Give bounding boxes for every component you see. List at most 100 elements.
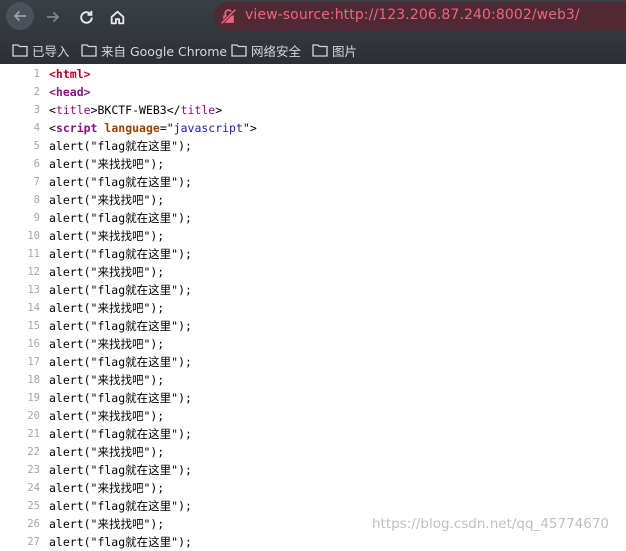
- home-button[interactable]: [104, 4, 130, 30]
- line-number: 23: [27, 464, 40, 476]
- code-token: <html>: [49, 67, 91, 81]
- bookmark-folder-images[interactable]: 图片: [312, 41, 357, 59]
- source-line: 27 alert("flag就在这里");: [0, 533, 626, 551]
- line-number: 24: [27, 482, 40, 494]
- bookmark-label: 已导入: [32, 43, 70, 59]
- watermark: https://blog.csdn.net/qq_45774670: [372, 516, 610, 532]
- source-line: 25 alert("flag就在这里");: [0, 497, 626, 515]
- source-line: 11 alert("flag就在这里");: [0, 245, 626, 263]
- source-line: 23 alert("flag就在这里");: [0, 461, 626, 479]
- code-token: script: [55, 121, 98, 135]
- bookmark-label: 网络安全: [251, 43, 302, 59]
- home-icon: [110, 10, 124, 24]
- source-line: 9 alert("flag就在这里");: [0, 209, 626, 227]
- source-line: 17 alert("flag就在这里");: [0, 353, 626, 371]
- bookmark-folder-from-chrome[interactable]: 来自 Google Chrome: [81, 41, 227, 59]
- line-code: alert("来找找吧");: [49, 301, 165, 315]
- folder-icon: [231, 44, 247, 57]
- line-number: 11: [27, 248, 40, 260]
- line-code: alert("来找找吧");: [49, 229, 165, 243]
- line-number: 17: [27, 356, 40, 368]
- line-number: 14: [27, 302, 40, 314]
- source-line: 2 <head>: [0, 83, 626, 101]
- line-code: alert("flag就在这里");: [49, 391, 192, 405]
- line-code: alert("来找找吧");: [49, 517, 165, 531]
- code-token: title: [55, 103, 91, 117]
- line-number: 18: [27, 374, 40, 386]
- navigation-bar: view-source:http://123.206.87.240:8002/w…: [0, 0, 626, 34]
- code-token: <head>: [49, 85, 91, 99]
- line-code: alert("flag就在这里");: [49, 535, 192, 549]
- source-line: 8 alert("来找找吧");: [0, 191, 626, 209]
- line-code: <script language="javascript">: [49, 119, 257, 137]
- forward-arrow-icon: [47, 11, 60, 23]
- line-number: 8: [33, 194, 40, 206]
- source-line: 13 alert("flag就在这里");: [0, 281, 626, 299]
- line-number: 22: [27, 446, 40, 458]
- line-code: alert("flag就在这里");: [49, 139, 192, 153]
- line-code: <title>BKCTF-WEB3</title>: [49, 101, 222, 119]
- line-number: 20: [27, 410, 40, 422]
- bookmark-label: 来自 Google Chrome: [101, 43, 228, 59]
- folder-icon: [312, 44, 328, 57]
- code-token: >: [215, 103, 223, 117]
- bookmarks-bar: 已导入 来自 Google Chrome 网络安全 图片: [0, 38, 626, 62]
- source-line: 24 alert("来找找吧");: [0, 479, 626, 497]
- bookmark-folder-network-security[interactable]: 网络安全: [231, 41, 301, 59]
- line-code: alert("flag就在这里");: [49, 211, 192, 225]
- line-code: alert("flag就在这里");: [49, 355, 192, 369]
- reload-icon: [79, 10, 93, 24]
- source-line: 16 alert("来找找吧");: [0, 335, 626, 353]
- line-number: 25: [27, 500, 40, 512]
- folder-icon: [12, 44, 28, 57]
- line-code: alert("flag就在这里");: [49, 499, 192, 513]
- line-code: alert("来找找吧");: [49, 409, 165, 423]
- code-token: ">: [242, 121, 257, 135]
- line-code: alert("flag就在这里");: [49, 247, 192, 261]
- line-number: 15: [27, 320, 40, 332]
- reload-button[interactable]: [73, 4, 99, 30]
- line-number: 2: [33, 86, 40, 98]
- source-line: 4 <script language="javascript">: [0, 119, 626, 137]
- source-view: 1 <html> 2 <head> 3 <title>BKCTF-WEB3</title>…: [0, 64, 626, 549]
- source-line: 3 <title>BKCTF-WEB3</title>: [0, 101, 626, 119]
- line-code: alert("flag就在这里");: [49, 427, 192, 441]
- line-code: <head>: [49, 83, 91, 101]
- line-number: 12: [27, 266, 40, 278]
- code-token: <: [49, 103, 56, 117]
- back-button[interactable]: [6, 2, 34, 30]
- source-line: 18 alert("来找找吧");: [0, 371, 626, 389]
- line-code: alert("flag就在这里");: [49, 175, 192, 189]
- source-line: 21 alert("flag就在这里");: [0, 425, 626, 443]
- back-arrow-icon: [13, 10, 26, 22]
- line-code: alert("flag就在这里");: [49, 283, 192, 297]
- line-number: 26: [27, 518, 40, 530]
- source-line: 5 alert("flag就在这里");: [0, 137, 626, 155]
- line-number: 27: [27, 536, 40, 548]
- line-code: alert("来找找吧");: [49, 481, 165, 495]
- line-code: alert("来找找吧");: [49, 445, 165, 459]
- code-token: language: [104, 121, 160, 135]
- source-line: 7 alert("flag就在这里");: [0, 173, 626, 191]
- line-number: 10: [27, 230, 40, 242]
- source-line: 12 alert("来找找吧");: [0, 263, 626, 281]
- address-text[interactable]: view-source:http://123.206.87.240:8002/w…: [245, 7, 580, 23]
- line-number: 5: [33, 140, 40, 152]
- source-line: 14 alert("来找找吧");: [0, 299, 626, 317]
- source-line: 6 alert("来找找吧");: [0, 155, 626, 173]
- bookmark-folder-imported[interactable]: 已导入: [12, 41, 70, 59]
- line-number: 7: [33, 176, 40, 188]
- line-number: 9: [33, 212, 40, 224]
- forward-button[interactable]: [40, 4, 66, 30]
- line-code: alert("flag就在这里");: [49, 319, 192, 333]
- line-code: alert("来找找吧");: [49, 337, 165, 351]
- source-line: 10 alert("来找找吧");: [0, 227, 626, 245]
- line-number: 6: [33, 158, 40, 170]
- address-bar[interactable]: view-source:http://123.206.87.240:8002/w…: [214, 2, 626, 31]
- line-number: 3: [33, 104, 40, 116]
- folder-icon: [81, 44, 97, 57]
- not-secure-icon[interactable]: [220, 8, 237, 25]
- code-token: title: [180, 103, 216, 117]
- code-token: =": [159, 121, 174, 135]
- source-line: 1 <html>: [0, 65, 626, 83]
